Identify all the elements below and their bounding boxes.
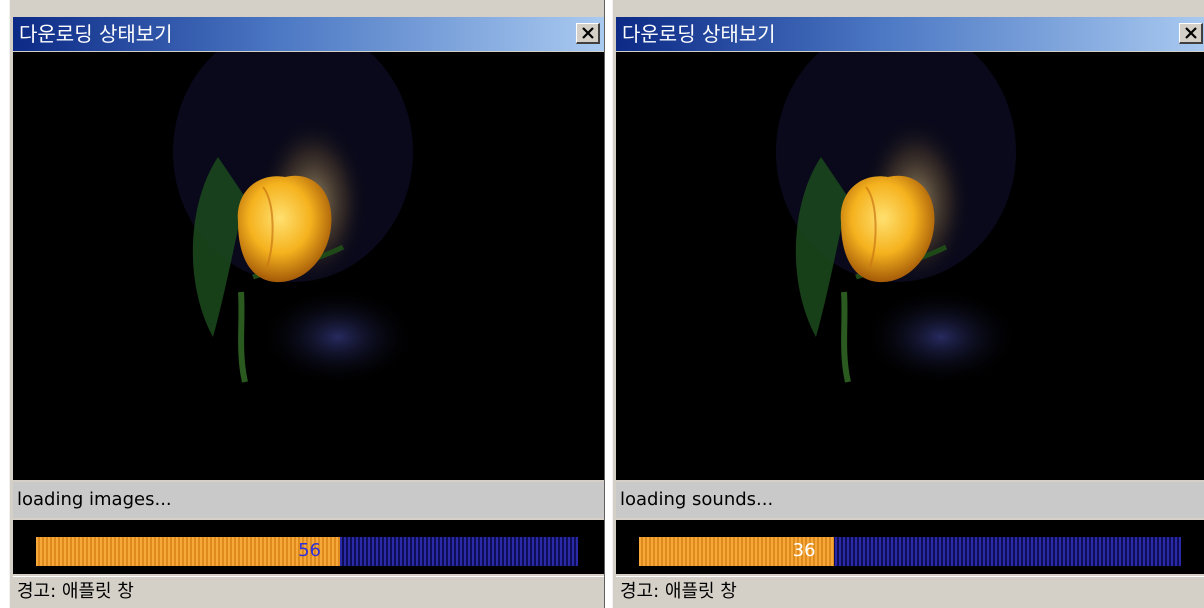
download-status-window-sounds: 다운로딩 상태보기 loading sounds... 36 경고: 애플릿 창 <box>612 0 1204 608</box>
desktop: 다운로딩 상태보기 loading images... 56 경고: 애플릿 창… <box>0 0 1204 608</box>
applet-warning-bar: 경고: 애플릿 창 <box>13 576 604 608</box>
window-title: 다운로딩 상태보기 <box>622 22 776 46</box>
progress-percent-label: 36 <box>792 540 816 561</box>
tulip-image <box>616 52 1204 480</box>
progress-panel: 36 <box>616 520 1204 574</box>
tulip-image <box>13 52 604 480</box>
applet-warning-text: 경고: 애플릿 창 <box>17 581 134 602</box>
progress-percent-label: 56 <box>298 540 321 561</box>
loading-status-text: loading images... <box>17 489 172 510</box>
close-button[interactable] <box>576 23 600 44</box>
loading-status-text: loading sounds... <box>620 489 774 510</box>
applet-warning-bar: 경고: 애플릿 창 <box>616 576 1204 608</box>
applet-warning-text: 경고: 애플릿 창 <box>620 581 737 602</box>
window-title: 다운로딩 상태보기 <box>19 22 173 46</box>
splash-image <box>13 52 604 480</box>
progress-panel: 56 <box>13 520 604 574</box>
splash-image <box>616 52 1204 480</box>
close-x-icon <box>582 27 594 39</box>
close-x-icon <box>1185 27 1197 39</box>
status-line: loading images... <box>13 482 604 518</box>
progress-bar: 56 <box>36 537 578 566</box>
close-button[interactable] <box>1179 23 1203 44</box>
download-status-window-images: 다운로딩 상태보기 loading images... 56 경고: 애플릿 창 <box>9 0 605 608</box>
window-title-bar[interactable]: 다운로딩 상태보기 <box>13 17 604 51</box>
window-title-bar[interactable]: 다운로딩 상태보기 <box>616 17 1204 51</box>
status-line: loading sounds... <box>616 482 1204 518</box>
progress-bar: 36 <box>639 537 1181 566</box>
